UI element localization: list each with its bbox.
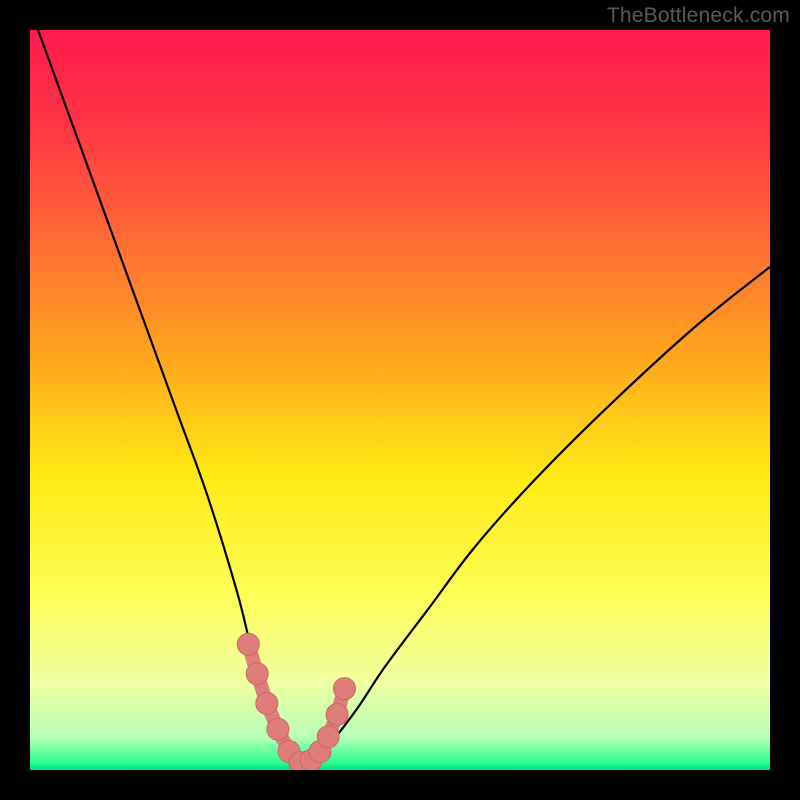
marker-point [326,704,348,726]
chart-svg [30,30,770,770]
bottleneck-curve [30,30,770,763]
marker-point [256,692,278,714]
marker-point [246,663,268,685]
marker-group [237,633,355,770]
marker-point [334,678,356,700]
watermark-text: TheBottleneck.com [607,4,790,28]
marker-point [237,633,259,655]
marker-point [317,726,339,748]
plot-area [30,30,770,770]
chart-frame: TheBottleneck.com [0,0,800,800]
marker-point [267,718,289,740]
